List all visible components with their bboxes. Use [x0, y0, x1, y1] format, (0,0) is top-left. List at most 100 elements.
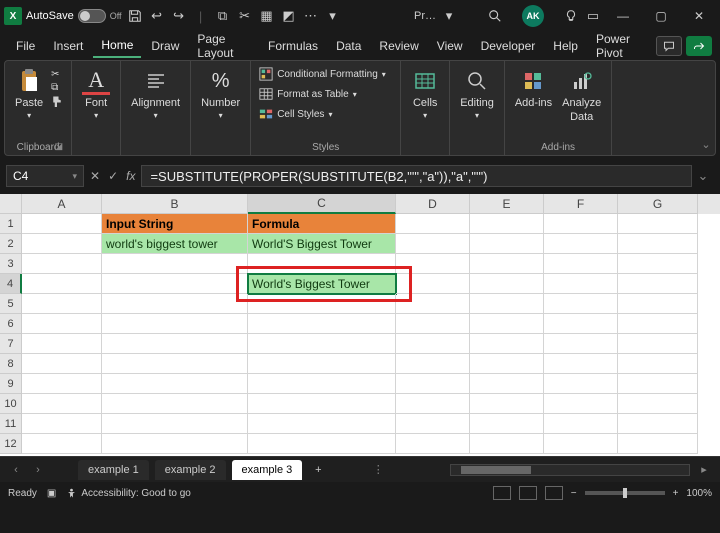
cell-a10[interactable] [22, 394, 102, 414]
cell-f1[interactable] [544, 214, 618, 234]
cell-d4[interactable] [396, 274, 470, 294]
tab-data[interactable]: Data [328, 35, 369, 57]
zoom-in-icon[interactable]: + [673, 488, 679, 499]
scroll-right-icon[interactable]: ▸ [696, 463, 712, 476]
cancel-formula-icon[interactable]: ✕ [90, 169, 100, 183]
cell-e4[interactable] [470, 274, 544, 294]
expand-formula-icon[interactable]: ⌄ [692, 168, 714, 184]
cell-a9[interactable] [22, 374, 102, 394]
col-header-e[interactable]: E [470, 194, 544, 214]
accept-formula-icon[interactable]: ✓ [108, 169, 118, 183]
page-layout-view-icon[interactable] [519, 486, 537, 500]
cell-f9[interactable] [544, 374, 618, 394]
tab-review[interactable]: Review [371, 35, 426, 57]
cell-d9[interactable] [396, 374, 470, 394]
cell-g4[interactable] [618, 274, 698, 294]
qat-extra1-icon[interactable]: ▦ [258, 7, 276, 25]
cell-g12[interactable] [618, 434, 698, 454]
qat-extra3-icon[interactable]: ⋯ [302, 7, 320, 25]
cell-g3[interactable] [618, 254, 698, 274]
cell-d7[interactable] [396, 334, 470, 354]
cells-area[interactable]: Input String Formula world's biggest tow… [22, 214, 720, 454]
formula-input[interactable]: =SUBSTITUTE(PROPER(SUBSTITUTE(B2,"'","a"… [141, 165, 692, 187]
cell-d11[interactable] [396, 414, 470, 434]
zoom-out-icon[interactable]: − [571, 488, 577, 499]
cell-b1[interactable]: Input String [102, 214, 248, 234]
cell-styles-button[interactable]: Cell Styles ▾ [259, 107, 386, 121]
normal-view-icon[interactable] [493, 486, 511, 500]
cell-c3[interactable] [248, 254, 396, 274]
maximize-button[interactable]: ▢ [644, 2, 678, 30]
cell-f4[interactable] [544, 274, 618, 294]
sheet-tab-example-2[interactable]: example 2 [155, 460, 226, 480]
cell-a5[interactable] [22, 294, 102, 314]
cell-c7[interactable] [248, 334, 396, 354]
page-break-view-icon[interactable] [545, 486, 563, 500]
sheet-tab-example-1[interactable]: example 1 [78, 460, 149, 480]
cell-a1[interactable] [22, 214, 102, 234]
dialog-launcher-icon[interactable]: ◪ [55, 141, 64, 152]
col-header-g[interactable]: G [618, 194, 698, 214]
horizontal-scrollbar[interactable] [450, 464, 690, 476]
cell-a2[interactable] [22, 234, 102, 254]
cell-b5[interactable] [102, 294, 248, 314]
copy-small-icon[interactable]: ⧉ [51, 82, 63, 93]
tab-draw[interactable]: Draw [143, 35, 187, 57]
cell-g10[interactable] [618, 394, 698, 414]
cell-c1[interactable]: Formula [248, 214, 396, 234]
row-header-9[interactable]: 9 [0, 374, 22, 394]
alignment-button[interactable]: Alignment ▾ [129, 65, 182, 122]
cell-c10[interactable] [248, 394, 396, 414]
autosave-toggle[interactable]: AutoSave Off [26, 9, 122, 23]
name-box[interactable]: C4 ▾ [6, 165, 84, 187]
col-header-b[interactable]: B [102, 194, 248, 214]
toggle-switch[interactable] [78, 9, 106, 23]
cell-d2[interactable] [396, 234, 470, 254]
row-header-6[interactable]: 6 [0, 314, 22, 334]
cell-c6[interactable] [248, 314, 396, 334]
lightbulb-icon[interactable] [562, 7, 580, 25]
row-header-11[interactable]: 11 [0, 414, 22, 434]
cell-g11[interactable] [618, 414, 698, 434]
collapse-ribbon-icon[interactable]: ⌄ [697, 61, 715, 155]
redo-icon[interactable]: ↪ [170, 7, 188, 25]
cell-b2[interactable]: world's biggest tower [102, 234, 248, 254]
cell-g9[interactable] [618, 374, 698, 394]
format-as-table-button[interactable]: Format as Table ▾ [259, 87, 386, 101]
cell-e6[interactable] [470, 314, 544, 334]
cell-c4[interactable]: World's Biggest Tower [248, 274, 396, 294]
save-icon[interactable] [126, 7, 144, 25]
chevron-down-icon[interactable]: ▾ [72, 171, 77, 182]
cell-e2[interactable] [470, 234, 544, 254]
cell-d3[interactable] [396, 254, 470, 274]
row-header-1[interactable]: 1 [0, 214, 22, 234]
col-header-a[interactable]: A [22, 194, 102, 214]
scrollbar-thumb[interactable] [461, 466, 531, 474]
qat-overflow-icon[interactable]: ▾ [324, 7, 342, 25]
editing-button[interactable]: Editing ▾ [458, 65, 496, 122]
cell-e9[interactable] [470, 374, 544, 394]
fx-icon[interactable]: fx [126, 169, 135, 183]
cell-f10[interactable] [544, 394, 618, 414]
addins-button[interactable]: Add-ins [513, 65, 554, 111]
cell-b7[interactable] [102, 334, 248, 354]
cell-g8[interactable] [618, 354, 698, 374]
cut-small-icon[interactable]: ✂ [51, 69, 63, 80]
tab-home[interactable]: Home [93, 34, 141, 58]
cell-c9[interactable] [248, 374, 396, 394]
row-header-5[interactable]: 5 [0, 294, 22, 314]
cell-e1[interactable] [470, 214, 544, 234]
close-button[interactable]: ✕ [682, 2, 716, 30]
number-button[interactable]: % Number ▾ [199, 65, 242, 122]
cell-d5[interactable] [396, 294, 470, 314]
sheet-nav-next-icon[interactable]: › [30, 464, 46, 476]
tab-help[interactable]: Help [545, 35, 586, 57]
share-button[interactable] [686, 36, 712, 56]
search-icon[interactable] [486, 7, 504, 25]
user-avatar[interactable]: AK [522, 5, 544, 27]
cell-b9[interactable] [102, 374, 248, 394]
cell-g5[interactable] [618, 294, 698, 314]
spreadsheet-grid[interactable]: A B C D E F G 1 2 3 4 5 6 7 8 9 10 11 12… [0, 194, 720, 456]
tab-view[interactable]: View [429, 35, 471, 57]
tab-power-pivot[interactable]: Power Pivot [588, 28, 654, 64]
